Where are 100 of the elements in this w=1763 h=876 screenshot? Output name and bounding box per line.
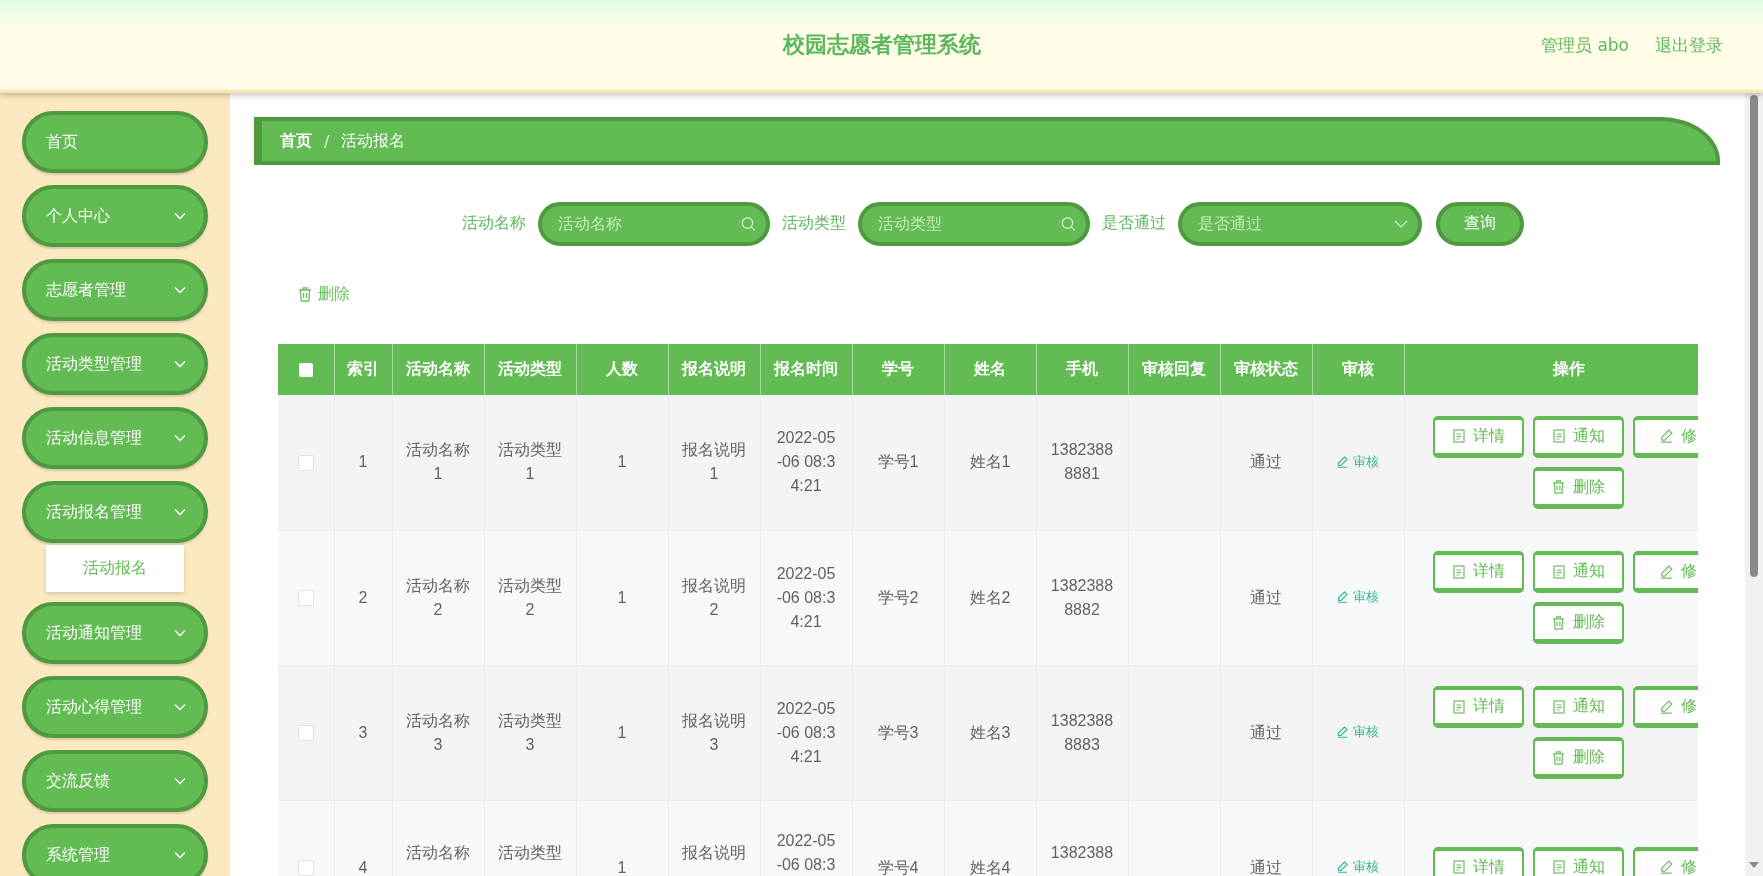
table-cell: 姓名4 (969, 858, 1011, 876)
breadcrumb-link[interactable]: 首页 (280, 130, 312, 152)
chevron-down-icon (1394, 219, 1408, 228)
search-field[interactable]: 活动名称 (538, 201, 770, 246)
logout-link[interactable]: 退出登录 (1655, 33, 1723, 57)
table-cell: 1 (617, 453, 627, 471)
search-icon (1061, 216, 1076, 231)
table-cell: 报名说明2 (682, 576, 746, 618)
chevron-down-icon (174, 777, 186, 785)
detail-button[interactable]: 详情 (1433, 415, 1524, 458)
pencil-icon (1337, 861, 1348, 873)
table-cell: 活动类型3 (498, 711, 562, 753)
menu-item[interactable]: 活动报名管理 (22, 481, 208, 543)
review-link[interactable]: 审核 (1337, 449, 1379, 474)
document-icon (1452, 429, 1465, 444)
column-header: 审核 (1312, 344, 1404, 395)
edit-button[interactable]: 修 (1633, 686, 1698, 728)
notice-button[interactable]: 通知 (1533, 846, 1624, 876)
chevron-down-icon (174, 851, 186, 859)
breadcrumb-link[interactable]: 活动报名 (341, 130, 406, 152)
field-label: 活动名称 (462, 213, 526, 234)
document-icon (1552, 860, 1565, 874)
table-cell: 1 (617, 858, 627, 876)
select-field[interactable]: 是否通过 (1178, 201, 1422, 246)
search-icon (741, 216, 756, 231)
search-field[interactable]: 活动类型 (858, 201, 1090, 246)
table-cell: 活动类型1 (498, 441, 562, 483)
trash-icon (1552, 750, 1565, 765)
table-cell: 1382388 (1050, 843, 1114, 861)
delete-button[interactable]: 删除 (1533, 466, 1624, 509)
chevron-down-icon (174, 703, 186, 711)
edit-button[interactable]: 修 (1633, 846, 1698, 876)
query-button[interactable]: 查询 (1436, 201, 1524, 246)
row-checkbox[interactable] (297, 455, 314, 471)
pencil-icon (1337, 455, 1348, 468)
menu-item[interactable]: 活动通知管理 (22, 602, 208, 664)
status-cell: 通过 (1250, 858, 1282, 876)
trash-icon (1552, 615, 1565, 630)
delete-button[interactable]: 删除 (298, 284, 350, 305)
review-link[interactable]: 审核 (1337, 585, 1379, 609)
menu-item[interactable]: 系统管理 (22, 824, 208, 876)
menu-item[interactable]: 交流反馈 (22, 750, 208, 812)
table-cell: 活动名称2 (406, 576, 470, 618)
document-icon (1452, 860, 1465, 874)
document-icon (1552, 564, 1565, 579)
pencil-icon (1337, 726, 1348, 738)
pencil-icon (1660, 699, 1673, 714)
notice-button[interactable]: 通知 (1533, 686, 1624, 728)
trash-icon (1552, 480, 1565, 495)
table-cell: 13823888883 (1050, 711, 1114, 753)
document-icon (1552, 699, 1565, 714)
field-label: 活动类型 (782, 213, 846, 234)
table-cell: 学号4 (877, 858, 919, 876)
table-cell-text: 2022-05-06 08:34:21 (775, 428, 837, 497)
chevron-down-icon (174, 286, 186, 294)
table-cell: 活动名称1 (406, 441, 470, 483)
table-cell: 1 (617, 723, 627, 741)
row-checkbox[interactable] (297, 725, 314, 742)
submenu-item[interactable]: 活动报名 (46, 545, 184, 592)
column-header: 操作 (1404, 344, 1698, 395)
menu-item[interactable]: 活动信息管理 (22, 407, 208, 469)
chevron-down-icon (174, 629, 186, 637)
edit-button[interactable]: 修 (1633, 551, 1698, 593)
column-header: 姓名 (944, 344, 1036, 395)
detail-button[interactable]: 详情 (1433, 686, 1524, 728)
document-icon (1552, 429, 1565, 444)
scroll-down-arrow-icon[interactable] (1749, 862, 1759, 868)
index-cell: 2 (358, 588, 368, 606)
menu-item[interactable]: 志愿者管理 (22, 259, 208, 321)
column-header: 报名时间 (760, 344, 852, 395)
menu-item[interactable]: 首页 (22, 111, 208, 173)
row-checkbox[interactable] (297, 590, 314, 607)
column-header: 活动类型 (484, 344, 576, 395)
breadcrumb-separator: / (324, 131, 330, 151)
status-cell: 通过 (1250, 588, 1282, 606)
pencil-icon (1660, 860, 1673, 874)
notice-button[interactable]: 通知 (1533, 551, 1624, 593)
review-link[interactable]: 审核 (1337, 720, 1379, 744)
table-cell: 姓名2 (969, 588, 1011, 606)
menu-item[interactable]: 活动心得管理 (22, 676, 208, 738)
menu-item[interactable]: 活动类型管理 (22, 333, 208, 395)
table-cell: 13823888881 (1050, 441, 1114, 483)
menu-item[interactable]: 个人中心 (22, 185, 208, 247)
detail-button[interactable]: 详情 (1433, 846, 1524, 876)
table-cell: 活动类型 (498, 843, 562, 861)
review-link[interactable]: 审核 (1337, 855, 1379, 876)
delete-button[interactable]: 删除 (1533, 737, 1624, 779)
chevron-down-icon (174, 508, 186, 516)
row-checkbox[interactable] (297, 860, 314, 876)
chevron-down-icon (174, 434, 186, 442)
delete-button[interactable]: 删除 (1533, 602, 1624, 644)
notice-button[interactable]: 通知 (1533, 415, 1624, 458)
detail-button[interactable]: 详情 (1433, 551, 1524, 593)
table-cell: 学号3 (877, 723, 919, 741)
index-cell: 4 (358, 858, 368, 876)
column-header: 活动名称 (392, 344, 484, 395)
select-all-checkbox[interactable] (298, 363, 313, 378)
scrollbar[interactable] (1745, 93, 1763, 876)
chevron-down-icon (174, 360, 186, 368)
edit-button[interactable]: 修 (1633, 415, 1698, 458)
